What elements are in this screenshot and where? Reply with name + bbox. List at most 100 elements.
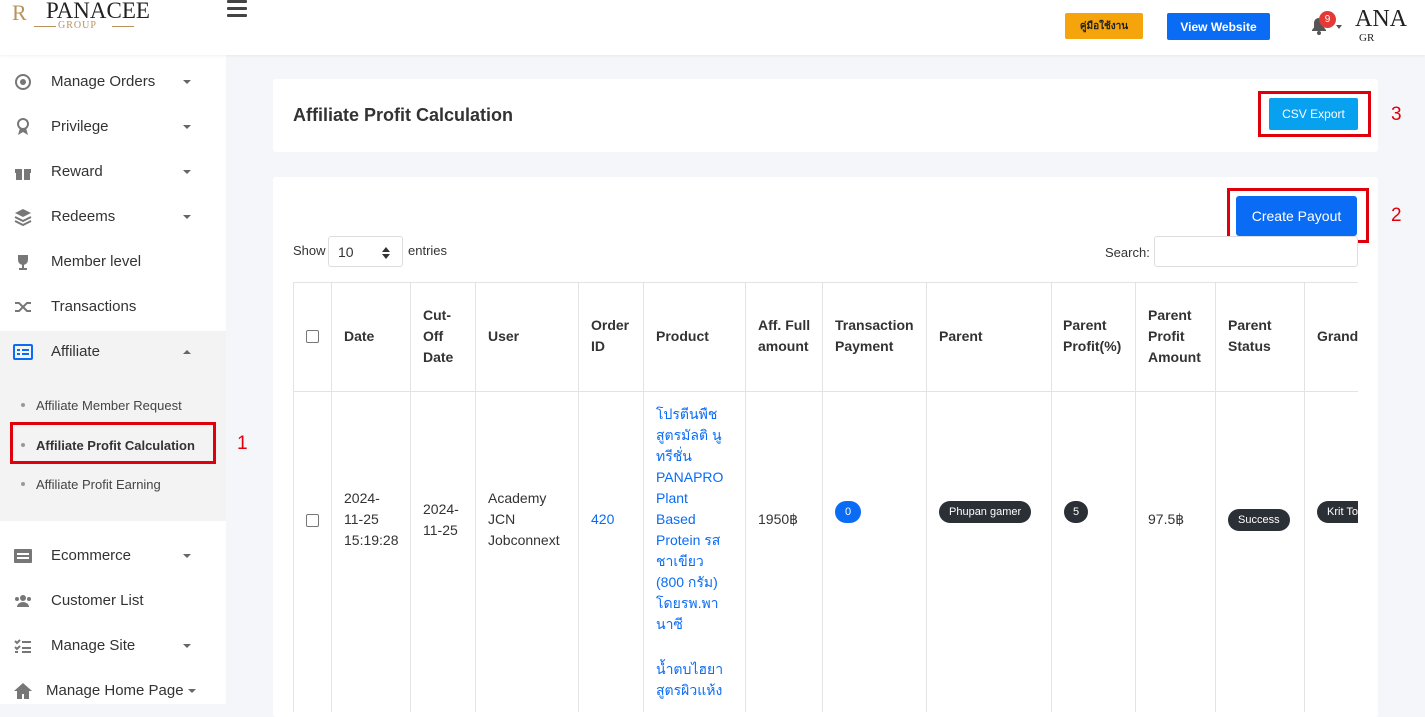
- product-line: ทรีชั่น: [656, 448, 692, 464]
- header-line: Order: [591, 317, 630, 333]
- column-header-transaction-payment[interactable]: Transaction Payment: [835, 315, 914, 357]
- sort-arrows-icon: [382, 247, 390, 259]
- column-header-product[interactable]: Product: [656, 326, 709, 347]
- product-line: น้ำตบไฮยา: [656, 661, 724, 677]
- bullet-icon: [21, 403, 25, 407]
- sidebar-item-ecommerce[interactable]: Ecommerce: [0, 533, 226, 578]
- cell-user: Academy JCN Jobconnext: [488, 488, 560, 551]
- grand-parent-badge: Krit To: [1317, 501, 1358, 523]
- gift-icon: [15, 168, 31, 180]
- logo-sub: GROUP: [58, 20, 97, 31]
- annotation-box-2: [1227, 188, 1369, 243]
- profit-table: Date Cut- Off Date User Order ID Product…: [293, 282, 1358, 712]
- chevron-up-icon: [183, 349, 191, 354]
- product-link[interactable]: น้ำตบไฮยา สูตรผิวแห้ง: [656, 659, 738, 701]
- cell-cutoff-date: 2024- 11-25: [423, 499, 459, 541]
- sidebar-item-redeems[interactable]: Redeems: [0, 194, 226, 239]
- parent-badge: Phupan gamer: [939, 501, 1032, 523]
- product-link[interactable]: โปรตีนพืช สูตรมัลติ นู ทรีชั่น PANAPRO P…: [656, 404, 738, 635]
- table-border: [1135, 282, 1136, 712]
- sidebar-item-member-level[interactable]: Member level: [0, 239, 226, 284]
- table-border: [926, 282, 927, 712]
- view-website-button[interactable]: View Website: [1167, 13, 1270, 40]
- table-border: [578, 282, 579, 712]
- column-header-grand[interactable]: Grand: [1317, 326, 1358, 347]
- award-icon: [17, 117, 29, 135]
- sidebar-item-manage-site[interactable]: Manage Site: [0, 623, 226, 668]
- header-line: Parent: [1228, 317, 1272, 333]
- sidebar-subitem-affiliate-member-request[interactable]: Affiliate Member Request: [0, 386, 226, 424]
- chevron-down-icon: [183, 169, 191, 174]
- list-icon: [13, 343, 33, 360]
- sidebar-item-label: Redeems: [51, 208, 116, 225]
- sidebar-item-label: Manage Orders: [51, 73, 156, 90]
- header-line: Parent: [1148, 307, 1192, 323]
- table-border: [1215, 282, 1216, 712]
- transaction-payment-badge: 0: [835, 501, 862, 523]
- table-border: [293, 391, 1358, 392]
- sidebar-item-affiliate[interactable]: Affiliate: [0, 329, 226, 374]
- sidebar-item-manage-home-page[interactable]: Manage Home Page: [0, 668, 226, 713]
- product-line: Protein รส: [656, 532, 721, 548]
- user-brand-text: ANA: [1355, 6, 1407, 32]
- chevron-down-icon[interactable]: [1336, 25, 1342, 29]
- row-checkbox[interactable]: [306, 514, 319, 527]
- product-line: สูตรผิวแห้ง: [656, 682, 723, 698]
- cell-line: 11-25: [344, 511, 379, 527]
- page-header-card: Affiliate Profit Calculation: [273, 79, 1378, 152]
- annotation-box-1: [10, 422, 216, 464]
- logo-rule-right: [112, 26, 134, 27]
- column-header-cutoff-date[interactable]: Cut- Off Date: [423, 305, 453, 368]
- sidebar-item-label: Manage Home Page: [46, 682, 184, 699]
- sidebar-item-customer-list[interactable]: Customer List: [0, 578, 226, 623]
- column-header-order-id[interactable]: Order ID: [591, 315, 629, 357]
- product-line: Based: [656, 511, 696, 527]
- column-header-parent-profit-pct[interactable]: Parent Profit(%): [1063, 315, 1121, 357]
- top-bar: R PANACEE GROUP คู่มือใช้งาน View Websit…: [0, 0, 1425, 55]
- sidebar-item-privilege[interactable]: Privilege: [0, 104, 226, 149]
- orders-icon: [15, 73, 31, 90]
- user-brand-sub: GR: [1359, 32, 1375, 44]
- cell-line: Jobconnext: [488, 532, 560, 548]
- sidebar-subitem-label: Affiliate Profit Earning: [36, 476, 161, 492]
- entries-select[interactable]: 10: [328, 236, 403, 267]
- search-input[interactable]: [1154, 236, 1358, 267]
- manual-button[interactable]: คู่มือใช้งาน: [1065, 13, 1143, 39]
- show-label: Show: [293, 243, 326, 258]
- header-line: Off: [423, 328, 444, 344]
- chevron-down-icon: [183, 553, 191, 558]
- column-header-date[interactable]: Date: [344, 326, 374, 347]
- column-header-parent-profit-amount[interactable]: Parent Profit Amount: [1148, 305, 1201, 368]
- chevron-down-icon: [188, 688, 196, 693]
- home-icon: [14, 682, 32, 699]
- annotation-label-1: 1: [237, 433, 248, 454]
- column-header-aff-full-amount[interactable]: Aff. Full amount: [758, 315, 810, 357]
- chevron-down-icon: [183, 643, 191, 648]
- bullet-icon: [21, 482, 25, 486]
- sidebar-item-label: Customer List: [51, 592, 144, 609]
- select-all-checkbox[interactable]: [306, 330, 319, 343]
- column-header-user[interactable]: User: [488, 326, 519, 347]
- cell-aff-full-amount: 1950฿: [758, 511, 799, 527]
- user-brand-logo[interactable]: ANA GR: [1355, 6, 1425, 46]
- table-icon: [14, 548, 32, 563]
- sidebar-item-label: Manage Site: [51, 637, 136, 654]
- sidebar-item-manage-orders[interactable]: Manage Orders: [0, 59, 226, 104]
- column-header-parent-status[interactable]: Parent Status: [1228, 315, 1272, 357]
- column-header-parent[interactable]: Parent: [939, 326, 983, 347]
- cell-line: Academy: [488, 490, 547, 506]
- sidebar-item-reward[interactable]: Reward: [0, 149, 226, 194]
- menu-toggle-icon[interactable]: [227, 0, 247, 18]
- cell-line: 11-25: [423, 522, 458, 538]
- cell-date: 2024- 11-25 15:19:28: [344, 488, 399, 551]
- order-id-link[interactable]: 420: [591, 509, 614, 530]
- header-line: Amount: [1148, 349, 1201, 365]
- header-line: amount: [758, 338, 809, 354]
- cell-line: 15:19:28: [344, 532, 399, 548]
- sidebar-subitem-affiliate-profit-earning[interactable]: Affiliate Profit Earning: [0, 465, 226, 503]
- sidebar-item-transactions[interactable]: Transactions: [0, 284, 226, 329]
- cell-line: 2024-: [344, 490, 380, 506]
- header-line: Profit: [1148, 328, 1185, 344]
- product-line: นาซี: [656, 616, 683, 632]
- panacee-logo[interactable]: R PANACEE GROUP: [12, 0, 150, 36]
